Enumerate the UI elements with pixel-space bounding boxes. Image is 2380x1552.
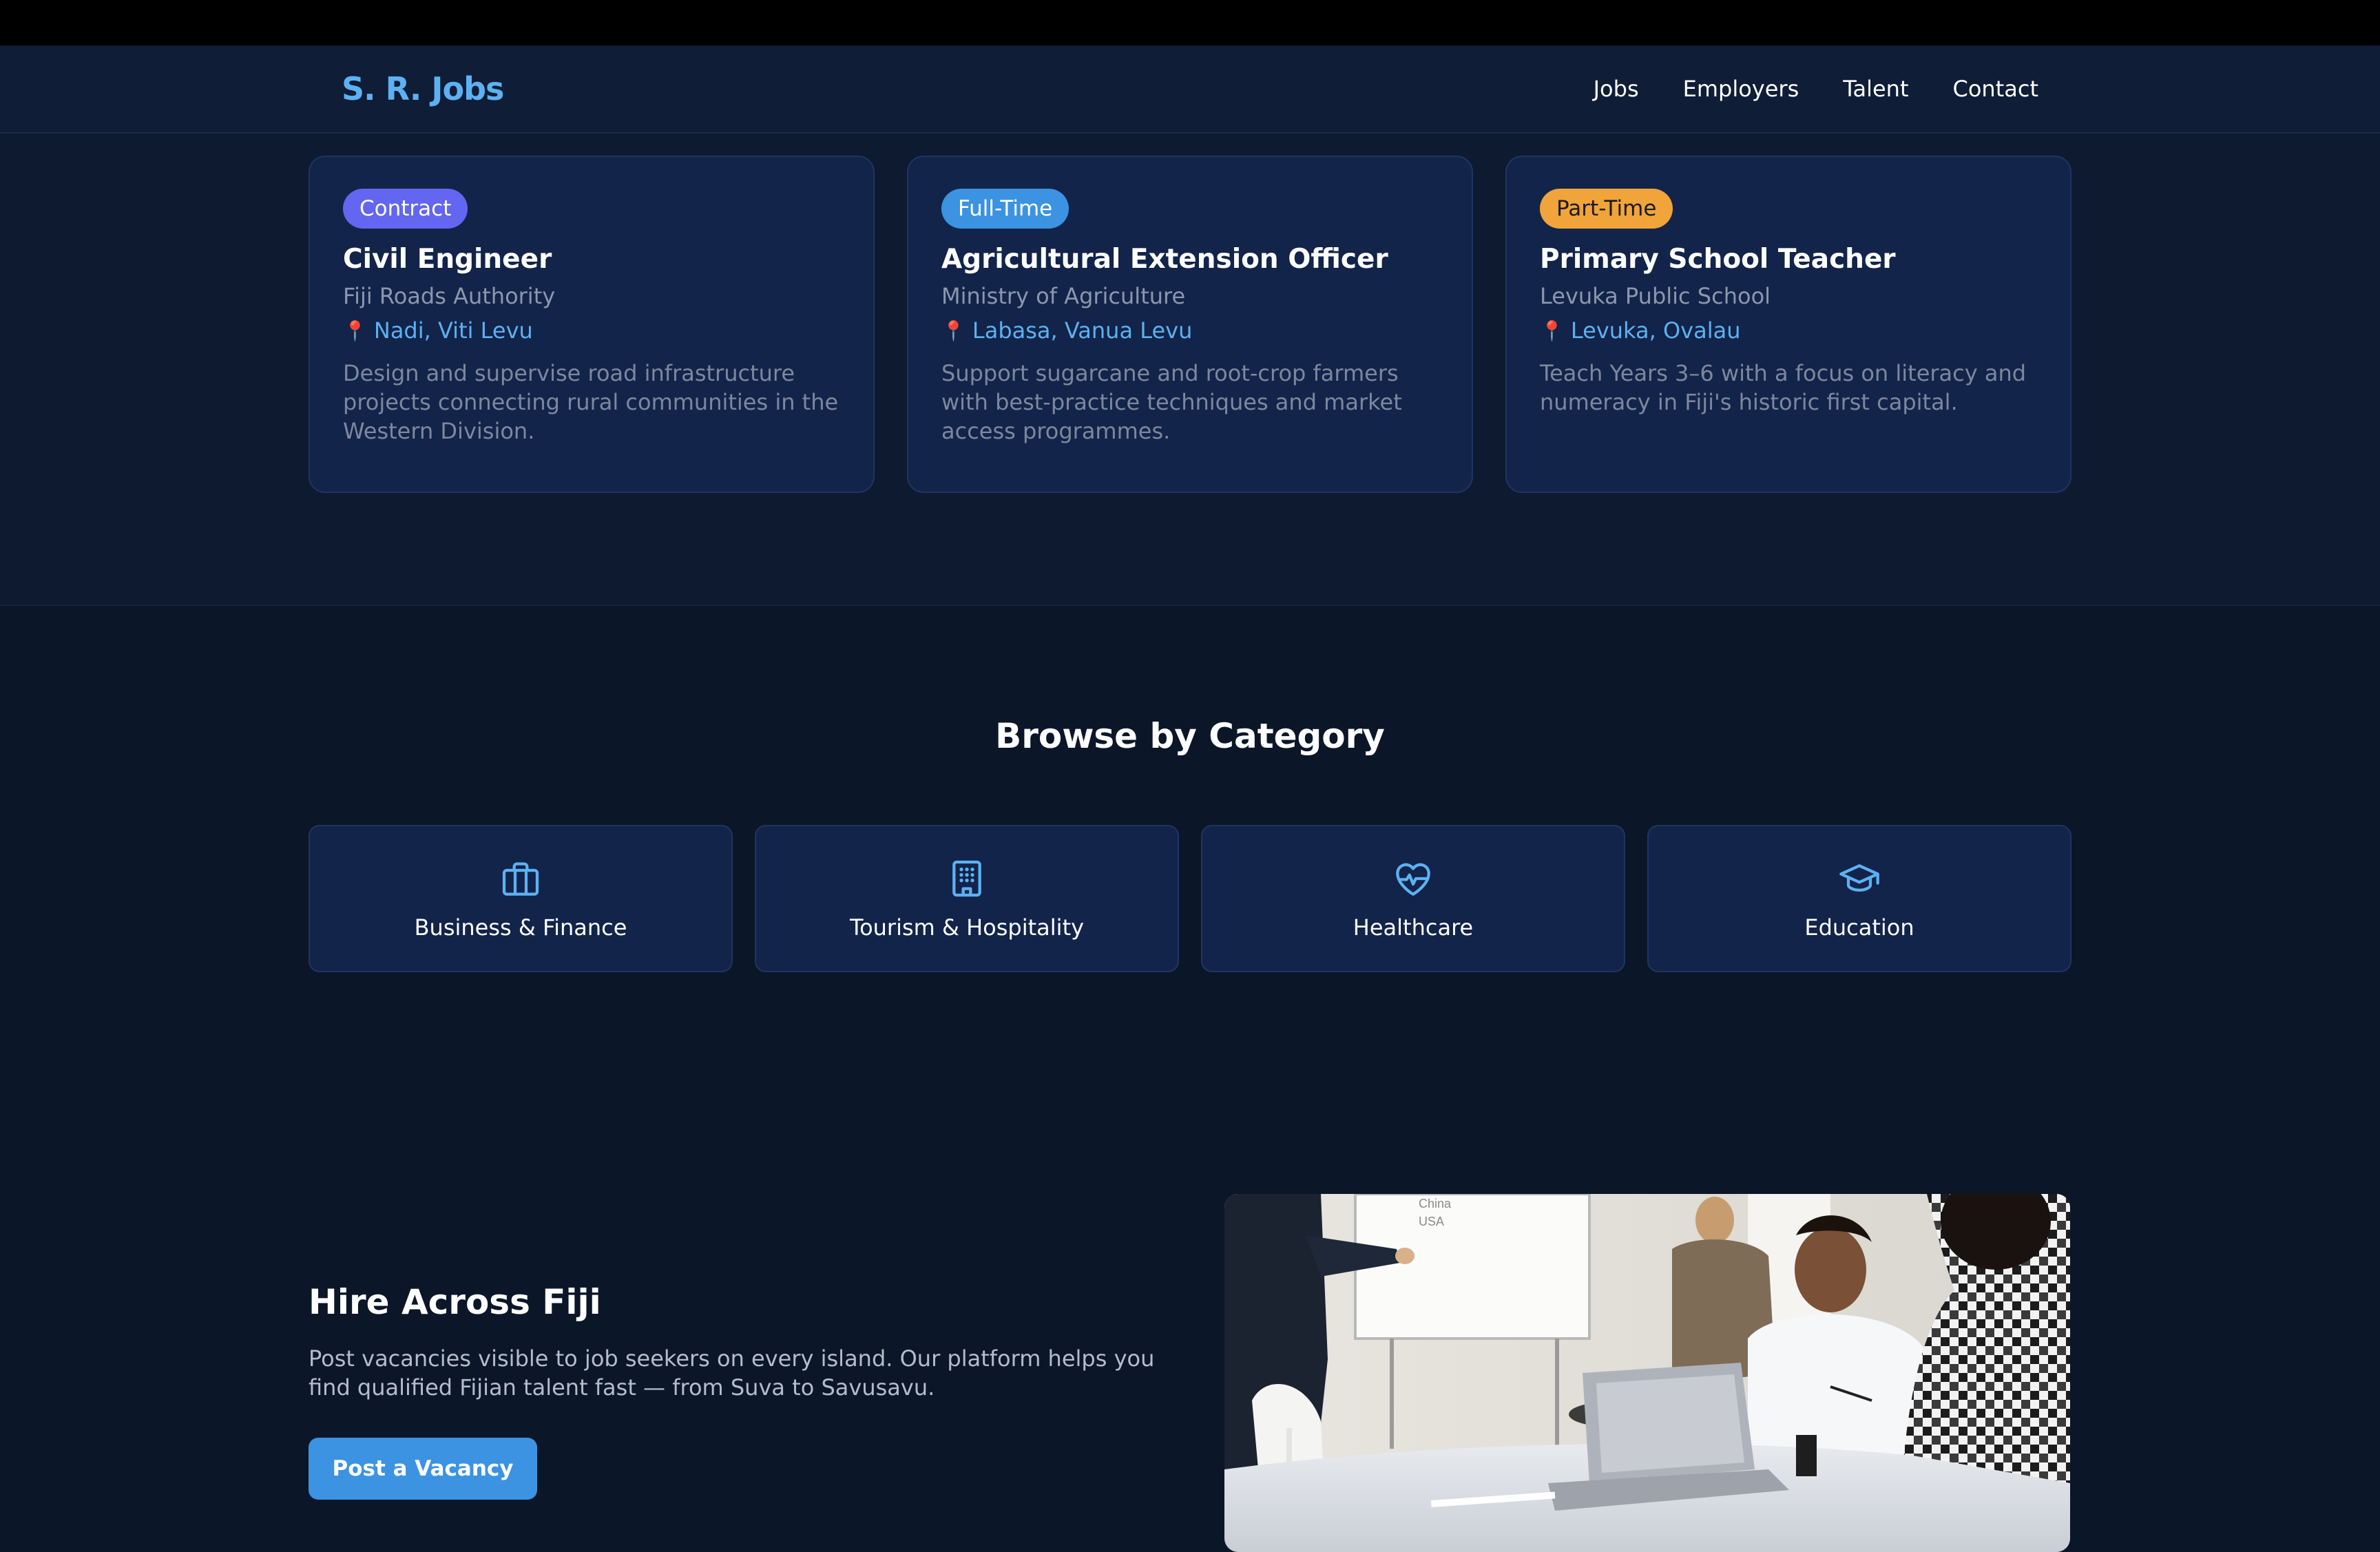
job-type-badge: Full-Time bbox=[941, 189, 1069, 229]
category-heading: Browse by Category bbox=[995, 716, 1385, 756]
job-title[interactable]: Agricultural Extension Officer bbox=[941, 244, 1439, 275]
job-card[interactable]: Part-Time Primary School Teacher Levuka … bbox=[1505, 156, 2071, 493]
hire-section: Hire Across Fiji Post vacancies visible … bbox=[0, 1019, 2380, 1552]
job-location-text: Labasa, Vanua Levu bbox=[972, 317, 1193, 344]
category-card-healthcare[interactable]: Healthcare bbox=[1201, 825, 1625, 972]
job-card[interactable]: Full-Time Agricultural Extension Officer… bbox=[907, 156, 1473, 493]
category-card-education[interactable]: Education bbox=[1647, 825, 2071, 972]
nav-link-contact[interactable]: Contact bbox=[1953, 76, 2039, 102]
nav-link-jobs[interactable]: Jobs bbox=[1594, 76, 1639, 102]
job-location-text: Levuka, Ovalau bbox=[1570, 317, 1741, 344]
job-location: 📍 Labasa, Vanua Levu bbox=[941, 317, 1439, 344]
navbar: S. R. Jobs Jobs Employers Talent Contact bbox=[0, 45, 2380, 134]
job-title[interactable]: Primary School Teacher bbox=[1540, 244, 2037, 275]
job-type-badge: Contract bbox=[343, 189, 468, 229]
heart-pulse-icon bbox=[1391, 857, 1435, 901]
hire-title: Hire Across Fiji bbox=[309, 1282, 601, 1322]
job-title[interactable]: Civil Engineer bbox=[343, 244, 840, 275]
briefcase-icon bbox=[499, 857, 543, 901]
job-type-badge: Part-Time bbox=[1540, 189, 1673, 229]
category-section: Browse by Category Business & Finance To… bbox=[0, 606, 2380, 1019]
job-location: 📍 Levuka, Ovalau bbox=[1540, 317, 2037, 344]
category-card-tourism[interactable]: Tourism & Hospitality bbox=[755, 825, 1179, 972]
building-icon bbox=[945, 857, 989, 901]
nav-links: Jobs Employers Talent Contact bbox=[1594, 76, 2038, 102]
featured-jobs-section: Contract Civil Engineer Fiji Roads Autho… bbox=[0, 134, 2380, 606]
category-label: Education bbox=[1804, 914, 1914, 941]
job-description: Teach Years 3–6 with a focus on literacy… bbox=[1540, 360, 2027, 415]
job-company: Levuka Public School bbox=[1540, 283, 1771, 309]
location-pin-icon: 📍 bbox=[343, 319, 367, 342]
job-company: Fiji Roads Authority bbox=[343, 283, 556, 309]
nav-link-talent[interactable]: Talent bbox=[1843, 76, 1908, 102]
hire-description: Post vacancies visible to job seekers on… bbox=[309, 1345, 1155, 1401]
top-black-bar bbox=[0, 0, 2380, 45]
logo[interactable]: S. R. Jobs bbox=[342, 70, 504, 107]
post-vacancy-button[interactable]: Post a Vacancy bbox=[309, 1438, 537, 1500]
graduation-cap-icon bbox=[1837, 857, 1881, 901]
category-label: Business & Finance bbox=[414, 914, 627, 941]
category-label: Tourism & Hospitality bbox=[849, 914, 1085, 941]
nav-link-employers[interactable]: Employers bbox=[1683, 76, 1799, 102]
whiteboard-text: USA bbox=[1419, 1215, 1444, 1228]
office-meeting-photo: China USA bbox=[1224, 1194, 2070, 1552]
job-description: Support sugarcane and root-crop farmers … bbox=[941, 360, 1402, 444]
job-location-text: Nadi, Viti Levu bbox=[373, 317, 533, 344]
job-company: Ministry of Agriculture bbox=[941, 283, 1186, 309]
job-location: 📍 Nadi, Viti Levu bbox=[343, 317, 840, 344]
location-pin-icon: 📍 bbox=[1540, 319, 1564, 342]
category-card-business[interactable]: Business & Finance bbox=[309, 825, 733, 972]
location-pin-icon: 📍 bbox=[941, 319, 965, 342]
job-description: Design and supervise road infrastructure… bbox=[343, 360, 839, 444]
category-label: Healthcare bbox=[1353, 914, 1474, 941]
job-card[interactable]: Contract Civil Engineer Fiji Roads Autho… bbox=[309, 156, 875, 493]
whiteboard-text: China bbox=[1419, 1197, 1452, 1210]
